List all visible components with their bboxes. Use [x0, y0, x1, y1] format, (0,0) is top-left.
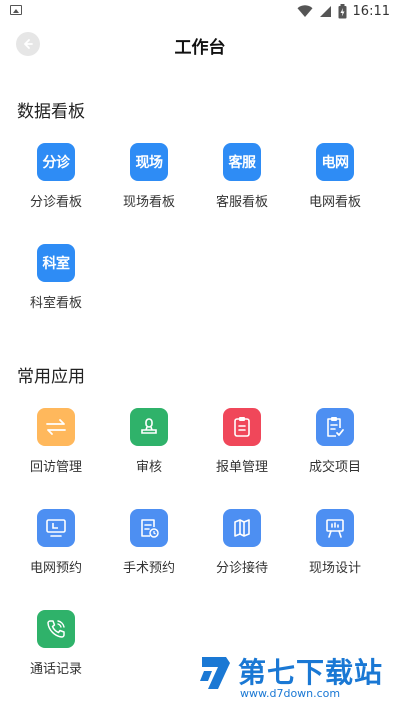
item-triage-board[interactable]: 分诊 分诊看板 — [10, 143, 102, 210]
image-icon — [10, 5, 22, 15]
watermark: 第七下载站 www.d7down.com — [196, 649, 392, 705]
item-label: 分诊看板 — [29, 195, 82, 210]
header: 工作台 — [0, 28, 400, 60]
service-board-icon: 客服 — [223, 143, 261, 181]
item-order-management[interactable]: 报单管理 — [196, 408, 288, 475]
clipboard-check-icon — [327, 417, 344, 437]
item-onsite-design[interactable]: 现场设计 — [289, 509, 381, 576]
item-network-board[interactable]: 电网 电网看板 — [289, 143, 381, 210]
item-triage-reception[interactable]: 分诊接待 — [196, 509, 288, 576]
easel-icon — [326, 519, 344, 538]
item-label: 客服看板 — [215, 195, 268, 210]
triage-board-icon: 分诊 — [37, 143, 75, 181]
swap-arrows-icon — [46, 419, 66, 435]
section-title-common-apps: 常用应用 — [17, 367, 85, 387]
battery-icon — [338, 3, 347, 18]
item-label: 审核 — [135, 460, 162, 475]
clipboard-icon — [234, 417, 250, 437]
department-board-icon: 科室 — [37, 244, 75, 282]
item-label: 成交项目 — [308, 460, 361, 475]
map-icon — [234, 519, 250, 537]
status-time: 16:11 — [352, 3, 390, 19]
item-label: 回访管理 — [29, 460, 82, 475]
onsite-board-icon: 现场 — [130, 143, 168, 181]
stamp-icon — [141, 418, 157, 434]
item-label: 报单管理 — [215, 460, 268, 475]
status-icons: 16:11 — [297, 2, 390, 20]
item-label: 现场看板 — [122, 195, 175, 210]
section-title-data-boards: 数据看板 — [17, 102, 85, 122]
d7-logo — [200, 657, 230, 689]
item-label: 科室看板 — [29, 296, 82, 311]
item-review[interactable]: 审核 — [103, 408, 195, 475]
item-follow-up[interactable]: 回访管理 — [10, 408, 102, 475]
page-title: 工作台 — [174, 38, 226, 58]
item-label: 通话记录 — [29, 662, 82, 677]
item-label: 分诊接待 — [215, 561, 268, 576]
item-label: 现场设计 — [308, 561, 361, 576]
signal-icon — [319, 5, 331, 17]
network-board-icon: 电网 — [316, 143, 354, 181]
item-department-board[interactable]: 科室 科室看板 — [10, 244, 102, 311]
item-closed-deals[interactable]: 成交项目 — [289, 408, 381, 475]
watermark-url: www.d7down.com — [240, 687, 341, 700]
item-network-appointment[interactable]: 电网预约 — [10, 509, 102, 576]
status-bar: 16:11 — [0, 0, 400, 22]
item-call-log[interactable]: 通话记录 — [10, 610, 102, 677]
item-onsite-board[interactable]: 现场 现场看板 — [103, 143, 195, 210]
item-label: 电网看板 — [308, 195, 361, 210]
phone-icon — [47, 620, 65, 638]
item-service-board[interactable]: 客服 客服看板 — [196, 143, 288, 210]
wifi-icon — [297, 4, 313, 17]
item-label: 手术预约 — [122, 561, 175, 576]
document-clock-icon — [141, 519, 159, 538]
watermark-brand: 第七下载站 — [238, 656, 384, 689]
item-surgery-appointment[interactable]: 手术预约 — [103, 509, 195, 576]
monitor-clock-icon — [46, 519, 66, 537]
item-label: 电网预约 — [29, 561, 82, 576]
